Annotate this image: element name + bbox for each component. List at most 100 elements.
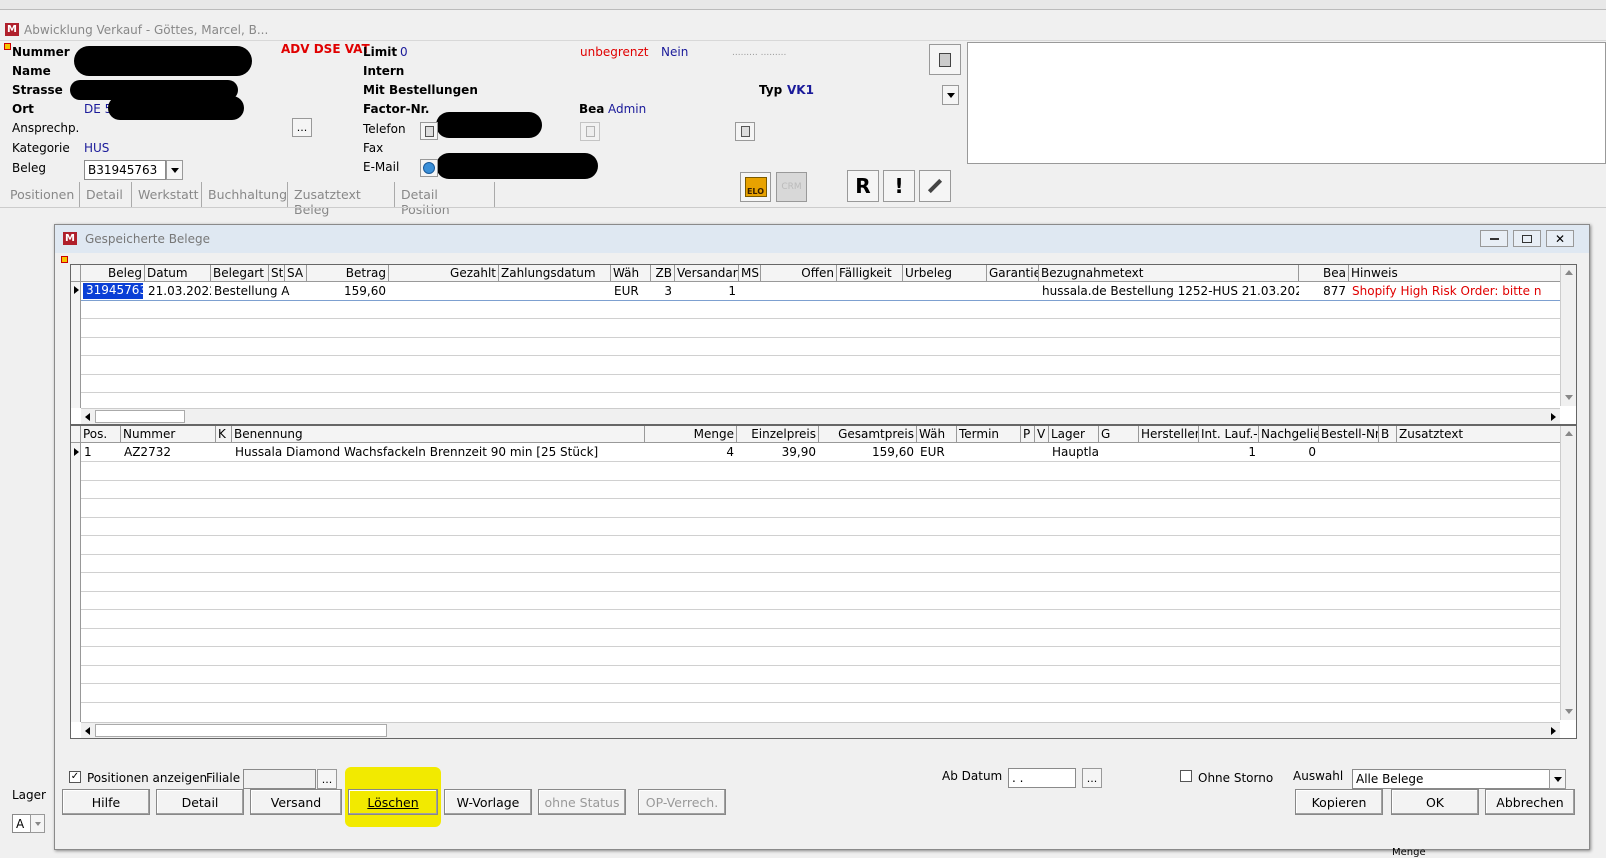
crm-button[interactable]: CRM <box>776 172 807 202</box>
kopieren-button[interactable]: Kopieren <box>1295 789 1383 815</box>
ansprechp-button[interactable]: ... <box>292 118 312 137</box>
col-waeh2[interactable]: Wäh <box>917 426 957 443</box>
alert-button[interactable]: ! <box>883 170 915 202</box>
tab-buchhaltung[interactable]: Buchhaltung <box>202 182 288 207</box>
window-title: Abwicklung Verkauf - Göttes, Marcel, B..… <box>24 23 269 37</box>
tab-zusatztext-beleg[interactable]: Zusatztext Beleg <box>288 182 395 217</box>
loeschen-button[interactable]: Löschen <box>348 789 438 815</box>
typ-dropdown[interactable] <box>942 85 959 105</box>
col-zusatztext[interactable]: Zusatztext <box>1397 426 1562 443</box>
col-nachgelief[interactable]: Nachgelief <box>1259 426 1319 443</box>
ok-button[interactable]: OK <box>1391 789 1479 815</box>
col-betrag[interactable]: Betrag <box>307 265 389 282</box>
auswahl-dropdown[interactable] <box>1549 769 1566 789</box>
col-v[interactable]: V <box>1035 426 1049 443</box>
abbrechen-button[interactable]: Abbrechen <box>1485 789 1575 815</box>
beleg-dropdown[interactable] <box>166 160 183 180</box>
col-einzelpreis[interactable]: Einzelpreis <box>737 426 819 443</box>
positionen-grid[interactable]: Pos. Nummer K Benennung Menge Einzelprei… <box>70 425 1577 739</box>
document-button[interactable] <box>735 122 755 141</box>
lager-dropdown[interactable] <box>30 814 45 833</box>
col-st[interactable]: St <box>269 265 285 282</box>
tab-detail-position[interactable]: Detail Position <box>395 182 495 217</box>
belege-grid[interactable]: Beleg Datum Belegart St SA Betrag Gezahl… <box>70 264 1577 425</box>
edit-button[interactable] <box>919 170 951 202</box>
col-beleg[interactable]: Beleg <box>81 265 145 282</box>
col-belegart[interactable]: Belegart <box>211 265 269 282</box>
row-indicator <box>71 282 81 408</box>
ab-datum-field[interactable]: . . <box>1008 768 1076 788</box>
positionen-anzeigen-checkbox[interactable]: ✓ <box>69 771 81 783</box>
detail-button[interactable]: Detail <box>156 789 244 815</box>
limit-value: 0 <box>400 45 408 59</box>
cell-einzelpreis: 39,90 <box>781 445 816 459</box>
hilfe-button[interactable]: Hilfe <box>62 789 150 815</box>
ohne-storno-checkbox[interactable] <box>1180 770 1192 782</box>
belege-hscroll[interactable] <box>81 408 1560 424</box>
col-termin[interactable]: Termin <box>957 426 1021 443</box>
r-button[interactable]: R <box>847 170 879 202</box>
col-lager[interactable]: Lager <box>1049 426 1099 443</box>
col-k[interactable]: K <box>216 426 232 443</box>
col-ms[interactable]: MS <box>739 265 761 282</box>
col-gesamtpreis[interactable]: Gesamtpreis <box>819 426 917 443</box>
belege-row[interactable]: 31945763 21.03.2022 Bestellung A 159,60 … <box>81 282 1560 300</box>
calculator-button[interactable] <box>929 44 961 75</box>
telefon-button[interactable] <box>420 122 438 140</box>
col-bestell-nr[interactable]: Bestell-Nr. <box>1319 426 1379 443</box>
tab-detail[interactable]: Detail <box>80 182 132 207</box>
op-verrech-button[interactable]: OP-Verrech. <box>638 789 726 815</box>
minimize-button[interactable] <box>1480 230 1508 247</box>
belege-vscroll[interactable] <box>1560 265 1576 406</box>
close-button[interactable]: ✕ <box>1546 230 1574 247</box>
beleg-field[interactable]: B31945763 <box>84 160 166 180</box>
filiale-button[interactable]: ... <box>317 769 337 789</box>
cell-bezugnahmetext: hussala.de Bestellung 1252-HUS 21.03.202… <box>1042 284 1299 298</box>
col-waeh[interactable]: Wäh <box>611 265 651 282</box>
col-zahlungsdatum[interactable]: Zahlungsdatum <box>499 265 611 282</box>
tab-werkstatt[interactable]: Werkstatt <box>132 182 202 207</box>
email-button[interactable] <box>420 159 438 177</box>
col-gezahlt[interactable]: Gezahlt <box>389 265 499 282</box>
col-offen[interactable]: Offen <box>761 265 837 282</box>
col-bezugnahmetext[interactable]: Bezugnahmetext <box>1039 265 1299 282</box>
auswahl-select[interactable]: Alle Belege <box>1352 769 1552 789</box>
positionen-hscroll[interactable] <box>81 722 1560 738</box>
col-urbeleg[interactable]: Urbeleg <box>903 265 987 282</box>
ab-datum-button[interactable]: ... <box>1082 768 1102 788</box>
ort-label: Ort <box>12 102 34 116</box>
hscroll-thumb[interactable] <box>95 724 387 737</box>
w-vorlage-button[interactable]: W-Vorlage <box>444 789 532 815</box>
col-menge[interactable]: Menge <box>645 426 737 443</box>
col-g[interactable]: G <box>1099 426 1139 443</box>
col-hinweis[interactable]: Hinweis <box>1349 265 1562 282</box>
tab-positionen[interactable]: Positionen <box>4 182 80 207</box>
top-toolbar <box>0 0 1606 10</box>
versand-button[interactable]: Versand <box>250 789 342 815</box>
col-pos[interactable]: Pos. <box>81 426 121 443</box>
col-hersteller[interactable]: Hersteller- <box>1139 426 1199 443</box>
col-garantie[interactable]: Garantie <box>987 265 1039 282</box>
hscroll-thumb[interactable] <box>95 410 185 423</box>
ansprechp-label: Ansprechp. <box>12 121 80 135</box>
col-int-lauf[interactable]: Int. Lauf.- <box>1199 426 1259 443</box>
scroll-right-icon <box>1551 413 1556 421</box>
col-bea[interactable]: Bea <box>1299 265 1349 282</box>
col-benennung[interactable]: Benennung <box>232 426 645 443</box>
col-zb[interactable]: ZB <box>651 265 675 282</box>
close-icon: ✕ <box>1554 231 1566 246</box>
filiale-field[interactable] <box>243 769 316 789</box>
col-p[interactable]: P <box>1021 426 1035 443</box>
col-sa[interactable]: SA <box>285 265 307 282</box>
positionen-vscroll[interactable] <box>1560 426 1576 720</box>
col-versandart[interactable]: Versandart <box>675 265 739 282</box>
col-nummer[interactable]: Nummer <box>121 426 216 443</box>
ohne-status-button[interactable]: ohne Status <box>538 789 626 815</box>
position-row[interactable]: 1 AZ2732 Hussala Diamond Wachsfackeln Br… <box>81 443 1560 461</box>
maximize-button[interactable] <box>1513 230 1541 247</box>
col-datum[interactable]: Datum <box>145 265 211 282</box>
elo-button[interactable]: ELO <box>740 172 771 202</box>
col-b[interactable]: B <box>1379 426 1397 443</box>
col-faelligkeit[interactable]: Fälligkeit <box>837 265 903 282</box>
bea-button[interactable] <box>580 122 600 141</box>
